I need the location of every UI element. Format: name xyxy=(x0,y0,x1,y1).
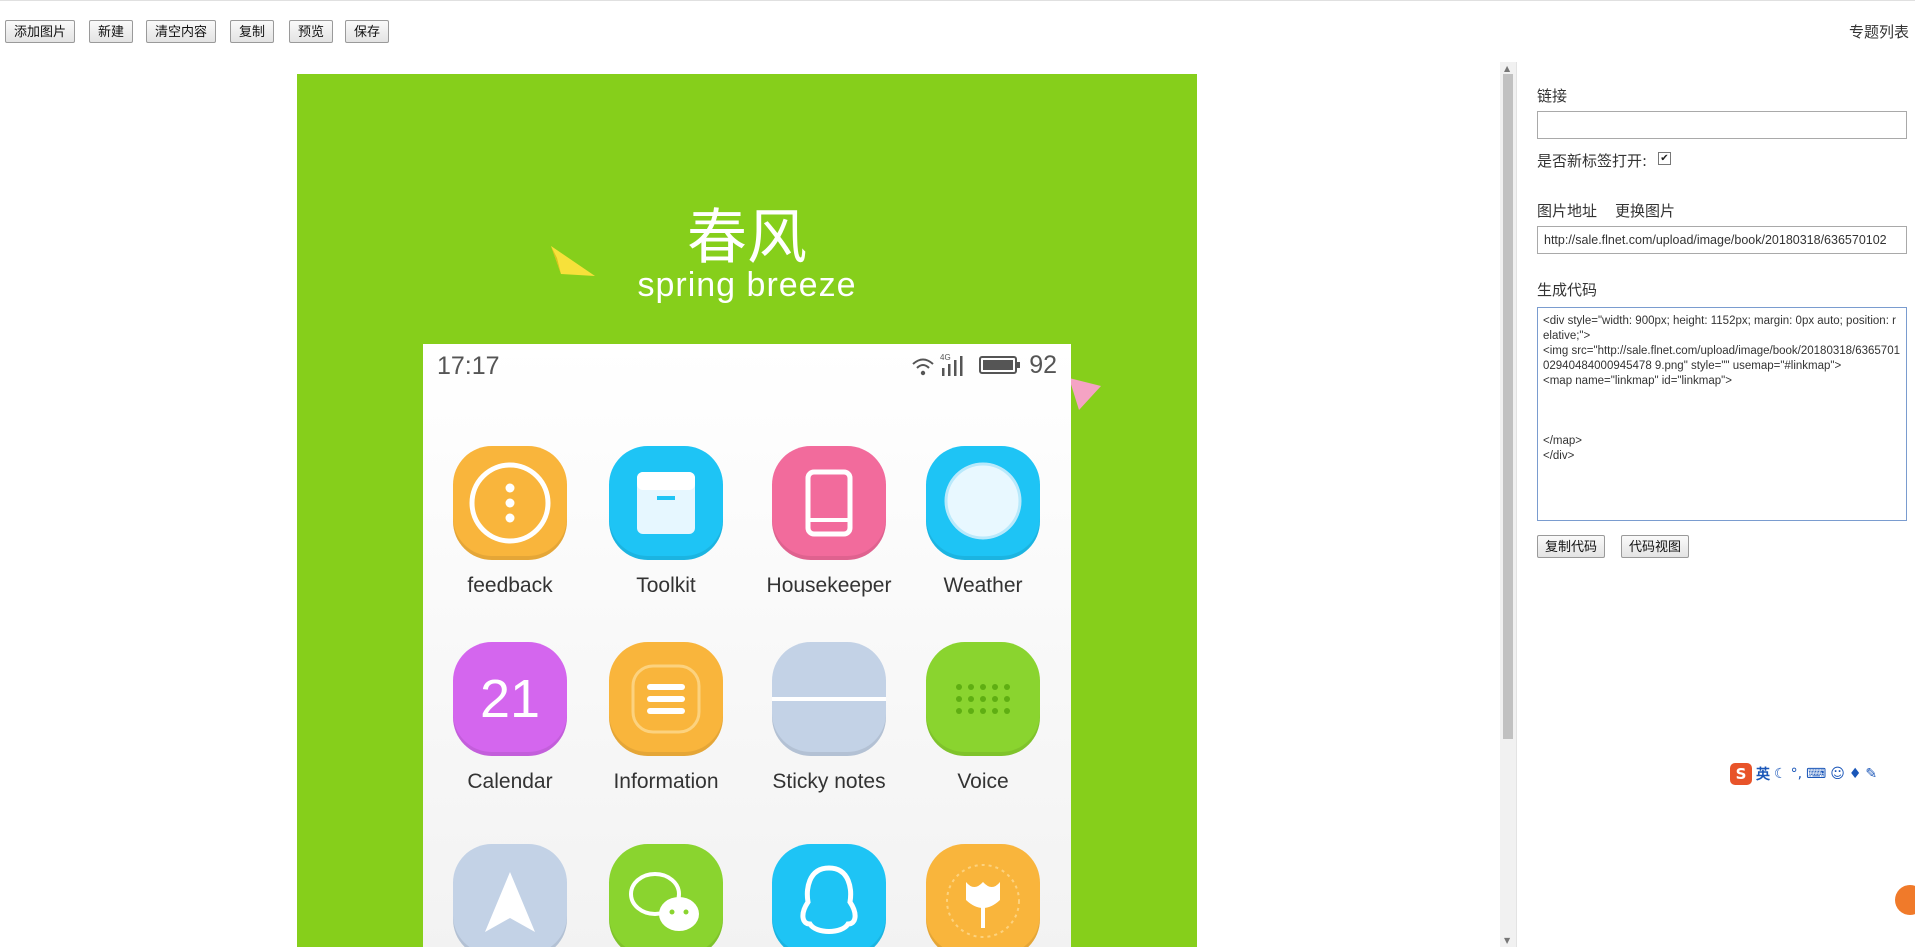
toolbar: 添加图片 新建 清空内容 复制 预览 保存 专题列表 xyxy=(0,0,1915,63)
poster-title-cn: 春风 xyxy=(687,203,807,273)
housekeeper-icon xyxy=(772,446,886,560)
app-calendar[interactable]: 21 Calendar xyxy=(435,642,585,794)
skin-icon[interactable]: ♦ xyxy=(1849,766,1862,782)
code-view-button[interactable]: 代码视图 xyxy=(1621,535,1690,558)
app-weather[interactable]: Weather xyxy=(908,446,1058,598)
add-image-button[interactable]: 添加图片 xyxy=(5,20,76,43)
link-label: 链接 xyxy=(1537,87,1568,105)
app-label: Sticky notes xyxy=(772,770,886,793)
phone-screen: 17:17 4G 92 feedback Toolkit Housekeeper… xyxy=(423,344,1071,947)
new-button[interactable]: 新建 xyxy=(89,20,134,43)
app-label: feedback xyxy=(467,574,553,597)
feedback-icon xyxy=(453,446,567,560)
image-url-label: 图片地址 xyxy=(1537,202,1598,220)
app-label: Toolkit xyxy=(636,574,696,597)
app-label: Weather xyxy=(943,574,1023,597)
user-icon[interactable]: ☺ xyxy=(1830,766,1845,782)
voice-icon xyxy=(926,642,1040,756)
status-time: 17:17 xyxy=(437,352,500,380)
app-qq[interactable] xyxy=(754,844,904,947)
editor-canvas: 春风 spring breeze 17:17 4G 92 feedback To… xyxy=(0,62,1500,947)
wifi-icon xyxy=(912,358,934,376)
clear-content-button[interactable]: 清空内容 xyxy=(146,20,217,43)
app-label: Information xyxy=(613,770,719,793)
app-label: Voice xyxy=(957,770,1009,793)
wechat-icon xyxy=(609,844,723,947)
settings-wrench-icon[interactable]: ✎ xyxy=(1865,766,1877,782)
code-label: 生成代码 xyxy=(1537,281,1598,299)
paper-plane-pink-icon xyxy=(1069,378,1101,410)
topic-list-link[interactable]: 专题列表 xyxy=(1849,21,1909,42)
app-voice[interactable]: Voice xyxy=(908,642,1058,794)
canvas-scrollbar[interactable]: ▲ ▼ xyxy=(1500,62,1516,947)
moon-icon[interactable]: ☾ xyxy=(1774,766,1787,782)
app-sticky-notes[interactable]: Sticky notes xyxy=(754,642,904,794)
app-information[interactable]: Information xyxy=(591,642,741,794)
punctuation-icon[interactable]: °, xyxy=(1791,766,1802,782)
calendar-icon: 21 xyxy=(453,642,567,756)
new-tab-checkbox[interactable]: ✔ xyxy=(1658,152,1671,165)
status-network: 4G xyxy=(940,353,951,362)
properties-panel: 链接 是否新标签打开: ✔ 图片地址 更换图片 http://sale.flne… xyxy=(1516,62,1915,947)
app-feedback[interactable]: feedback xyxy=(435,446,585,598)
save-button[interactable]: 保存 xyxy=(345,20,390,43)
information-icon xyxy=(609,642,723,756)
app-wechat[interactable] xyxy=(591,844,741,947)
new-tab-label: 是否新标签打开: xyxy=(1537,152,1648,170)
status-battery: 92 xyxy=(1029,351,1057,379)
poster-title-en: spring breeze xyxy=(637,266,857,304)
signal-icon: 4G xyxy=(940,353,963,376)
scroll-up-arrow-icon[interactable]: ▲ xyxy=(1504,64,1510,73)
copy-code-button[interactable]: 复制代码 xyxy=(1537,535,1606,558)
scrollbar-thumb[interactable] xyxy=(1503,74,1513,739)
weather-icon xyxy=(926,446,1040,560)
flower-icon xyxy=(926,844,1040,947)
scroll-down-arrow-icon[interactable]: ▼ xyxy=(1504,936,1510,945)
app-housekeeper[interactable]: Housekeeper xyxy=(754,446,904,598)
copy-button[interactable]: 复制 xyxy=(230,20,275,43)
qq-icon xyxy=(772,844,886,947)
image-url-input[interactable]: http://sale.flnet.com/upload/image/book/… xyxy=(1537,226,1907,254)
app-toolkit[interactable]: Toolkit xyxy=(591,446,741,598)
navigation-icon xyxy=(453,844,567,947)
generated-code-textarea[interactable]: <div style="width: 900px; height: 1152px… xyxy=(1537,307,1907,521)
battery-icon xyxy=(979,356,1020,374)
ime-toolbar[interactable]: S 英 ☾ °, ⌨ ☺ ♦ ✎ xyxy=(1730,762,1877,786)
ime-mode[interactable]: 英 xyxy=(1756,764,1770,784)
sticky-notes-icon xyxy=(772,642,886,756)
preview-button[interactable]: 预览 xyxy=(289,20,334,43)
keyboard-icon[interactable]: ⌨ xyxy=(1806,766,1826,782)
link-input[interactable] xyxy=(1537,111,1907,139)
calendar-day: 21 xyxy=(479,669,541,729)
app-label: Calendar xyxy=(467,770,553,793)
toolkit-icon xyxy=(609,446,723,560)
app-label: Housekeeper xyxy=(766,574,892,597)
change-image-link[interactable]: 更换图片 xyxy=(1615,200,1675,221)
app-navigation[interactable] xyxy=(435,844,585,947)
app-flower[interactable] xyxy=(908,844,1058,947)
sogou-logo-icon: S xyxy=(1730,763,1752,785)
poster-image[interactable]: 春风 spring breeze 17:17 4G 92 feedback To… xyxy=(297,74,1197,947)
